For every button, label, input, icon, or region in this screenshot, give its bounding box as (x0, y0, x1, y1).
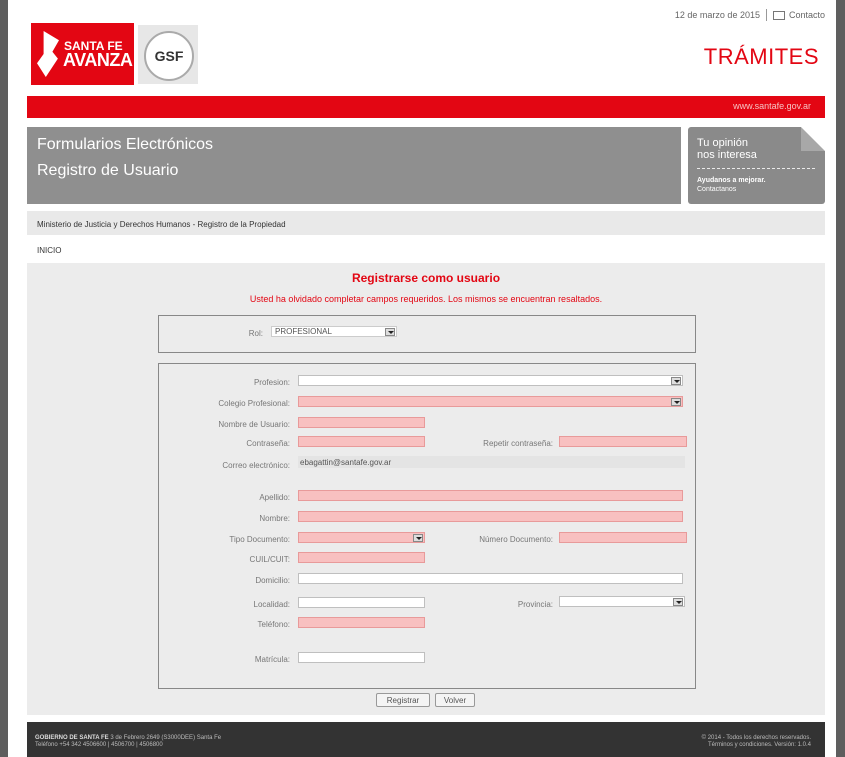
cuil-label: CUIL/CUIT: (249, 555, 290, 564)
page-fold-icon (801, 127, 825, 151)
feedback-line2: nos interesa (697, 149, 757, 161)
cuil-input[interactable] (298, 552, 425, 563)
top-info: 12 de marzo de 2015 Contacto (675, 9, 825, 21)
left-border (0, 0, 8, 757)
profesion-select[interactable] (298, 375, 683, 386)
tipo-documento-select[interactable] (298, 532, 425, 543)
usuario-input[interactable] (298, 417, 425, 428)
tramites-title: TRÁMITES (703, 44, 819, 69)
matricula-label: Matrícula: (254, 655, 290, 664)
correo-label: Correo electrónico: (222, 461, 290, 470)
rol-select[interactable]: PROFESIONAL (271, 326, 397, 337)
repetir-contrasena-input[interactable] (559, 436, 687, 447)
feedback-divider (697, 168, 815, 169)
tipo-documento-label: Tipo Documento: (229, 535, 290, 544)
footer-org-name: GOBIERNO DE SANTA FE (35, 735, 109, 741)
numero-documento-label: Número Documento: (479, 535, 553, 544)
current-date: 12 de marzo de 2015 (674, 10, 760, 20)
footer-address: GOBIERNO DE SANTA FE 3 de Febrero 2649 (… (35, 735, 221, 741)
contrasena-input[interactable] (298, 436, 425, 447)
rol-label: Rol: (248, 329, 263, 338)
contact-link[interactable]: Contacto (772, 10, 825, 20)
chevron-down-icon (413, 534, 423, 542)
domicilio-input[interactable] (298, 573, 683, 584)
chevron-down-icon (671, 398, 681, 406)
red-header-bar: www.santafe.gov.ar (27, 96, 825, 118)
telefono-input[interactable] (298, 617, 425, 628)
rol-selected-value: PROFESIONAL (275, 327, 332, 336)
form-title: Registrarse como usuario (351, 271, 501, 285)
correo-value: ebagattin@santafe.gov.ar (300, 458, 392, 467)
footer-terms-link[interactable]: Términos y condiciones. Versión: 1.0.4 (708, 742, 811, 748)
feedback-line3: Ayudanos a mejorar. (697, 177, 766, 184)
repetir-label: Repetir contraseña: (483, 439, 553, 448)
page-banner: Formularios Electrónicos Registro de Usu… (27, 127, 681, 204)
apellido-label: Apellido: (259, 493, 290, 502)
gsf-logo[interactable]: GSF (138, 25, 198, 84)
banner-subtitle: Registro de Usuario (37, 162, 179, 179)
localidad-input[interactable] (298, 597, 425, 608)
contrasena-label: Contraseña: (246, 439, 290, 448)
footer-address-text: 3 de Febrero 2649 (S3000DEE) Santa Fe (110, 735, 222, 741)
numero-documento-input[interactable] (559, 532, 687, 543)
contact-label: Contacto (788, 10, 825, 20)
right-border (836, 0, 845, 757)
envelope-icon (772, 10, 785, 20)
flame-icon (37, 31, 59, 77)
logo-text-line2: AVANZA (63, 50, 133, 70)
breadcrumb-text: Ministerio de Justicia y Derechos Humano… (37, 220, 286, 229)
divider (765, 9, 767, 21)
domicilio-label: Domicilio: (255, 576, 290, 585)
provincia-select[interactable] (559, 596, 685, 607)
apellido-input[interactable] (298, 490, 683, 501)
banner-title: Formularios Electrónicos (37, 136, 214, 153)
register-button[interactable]: Registrar (376, 693, 430, 707)
gsf-logo-text: GSF (144, 31, 194, 81)
matricula-input[interactable] (298, 652, 425, 663)
footer: GOBIERNO DE SANTA FE 3 de Febrero 2649 (… (27, 722, 825, 757)
footer-copyright: © 2014 - Todos los derechos reservados. (701, 735, 811, 741)
colegio-select[interactable] (298, 396, 683, 407)
santa-fe-avanza-logo[interactable]: SANTA FE AVANZA (31, 23, 134, 85)
form-error-message: Usted ha olvidado completar campos reque… (249, 294, 603, 304)
breadcrumb: Ministerio de Justicia y Derechos Humano… (27, 211, 825, 235)
usuario-label: Nombre de Usuario: (218, 420, 290, 429)
feedback-box[interactable]: Tu opinión nos interesa Ayudanos a mejor… (688, 127, 825, 204)
back-button[interactable]: Volver (435, 693, 475, 707)
page: 12 de marzo de 2015 Contacto SANTA FE AV… (0, 0, 845, 757)
profesion-label: Profesion: (253, 378, 290, 387)
inicio-link[interactable]: INICIO (37, 246, 61, 255)
colegio-label: Colegio Profesional: (218, 399, 290, 408)
registration-section: Registrarse como usuario Usted ha olvida… (27, 263, 825, 715)
footer-phones: Teléfono +54 342 4506600 | 4506700 | 450… (35, 742, 163, 748)
site-url-link[interactable]: www.santafe.gov.ar (733, 101, 811, 111)
feedback-line1: Tu opinión (697, 137, 748, 149)
feedback-contact-link[interactable]: Contactanos (697, 186, 736, 193)
localidad-label: Localidad: (253, 600, 290, 609)
rol-box: Rol: PROFESIONAL (158, 315, 696, 353)
nombre-label: Nombre: (259, 514, 290, 523)
nombre-input[interactable] (298, 511, 683, 522)
chevron-down-icon (671, 377, 681, 385)
chevron-down-icon (673, 598, 683, 606)
telefono-label: Teléfono: (257, 620, 290, 629)
chevron-down-icon (385, 328, 395, 336)
provincia-label: Provincia: (517, 600, 553, 609)
user-data-box: Profesion: Colegio Profesional: Nombre d… (158, 363, 696, 689)
